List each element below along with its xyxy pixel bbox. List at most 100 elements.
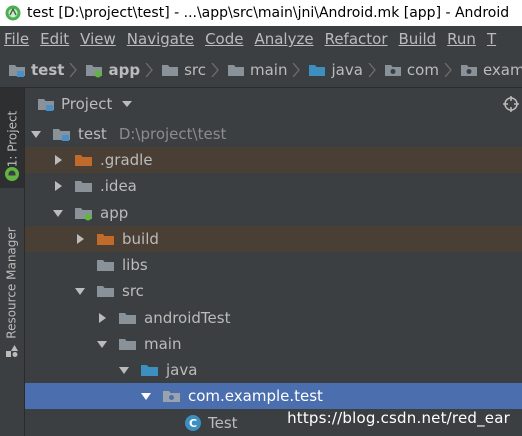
folder-icon xyxy=(227,64,244,76)
tab-project[interactable]: 1: Project xyxy=(0,88,24,188)
breadcrumb-java[interactable]: java xyxy=(300,52,376,87)
menu-navigate[interactable]: Navigate xyxy=(122,26,200,52)
collapsed-arrow-icon[interactable] xyxy=(52,154,64,166)
excluded-folder-icon xyxy=(97,234,114,245)
expanded-arrow-icon[interactable] xyxy=(140,390,152,402)
class-icon: C xyxy=(185,415,201,431)
expanded-arrow-icon[interactable] xyxy=(96,338,108,350)
watermark: https://blog.csdn.net/red_ear xyxy=(287,409,510,427)
collapsed-arrow-icon[interactable] xyxy=(96,312,108,324)
menu-view[interactable]: View xyxy=(75,26,122,52)
menu-refactor-label: Refactor xyxy=(324,30,388,48)
tree-item-label: com.example.test xyxy=(188,387,323,405)
module-folder-icon xyxy=(86,64,103,77)
breadcrumb-test[interactable]: test xyxy=(0,52,78,87)
menu-analyze[interactable]: Analyze xyxy=(249,26,319,52)
tab-project-label: 1: Project xyxy=(5,110,19,168)
project-folder-icon xyxy=(53,129,70,141)
breadcrumb-com[interactable]: com xyxy=(376,52,452,87)
breadcrumb-example[interactable]: example xyxy=(452,52,522,87)
tree-item-main[interactable]: main xyxy=(25,331,522,357)
tree-item-label: androidTest xyxy=(144,309,231,327)
tree-item-label: .gradle xyxy=(100,151,153,169)
menu-navigate-label: Navigate xyxy=(126,30,195,48)
breadcrumb-src-label: src xyxy=(184,60,206,79)
tab-resource-manager[interactable]: Resource Manager xyxy=(0,208,24,358)
breadcrumb-test-label: test xyxy=(31,60,65,79)
chevron-right-icon xyxy=(292,62,301,77)
package-icon xyxy=(384,64,401,76)
tree-item-label: .idea xyxy=(100,177,137,195)
breadcrumb-main-label: main xyxy=(249,60,288,79)
folder-icon xyxy=(75,181,92,192)
android-icon xyxy=(5,167,19,181)
tree-item-label: test xyxy=(78,125,107,143)
project-view-title: Project xyxy=(61,95,113,113)
menu-file[interactable]: File xyxy=(0,26,35,52)
menu-edit-label: Edit xyxy=(40,30,70,48)
tree-item-src[interactable]: src xyxy=(25,278,522,304)
tree-item-libs[interactable]: libs xyxy=(25,252,522,278)
breadcrumb-app-label: app xyxy=(108,60,141,79)
collapsed-arrow-icon[interactable] xyxy=(74,233,86,245)
menu-build[interactable]: Build xyxy=(394,26,443,52)
excluded-folder-icon xyxy=(75,155,92,166)
tree-item-label: main xyxy=(144,335,182,353)
tree-item-app[interactable]: app xyxy=(25,200,522,226)
tree-item-label: libs xyxy=(122,256,148,274)
chevron-right-icon xyxy=(444,62,452,77)
menu-code[interactable]: Code xyxy=(200,26,249,52)
menu-run[interactable]: Run xyxy=(442,26,482,52)
breadcrumb-example-label: example xyxy=(482,60,522,79)
breadcrumb-com-label: com xyxy=(406,60,439,79)
project-tree: test D:\project\test .gradle .idea app b… xyxy=(25,120,522,436)
navigation-bar: test app src main java com exa xyxy=(0,52,522,88)
tree-item-test[interactable]: test D:\project\test xyxy=(25,121,522,147)
module-folder-icon xyxy=(75,208,92,221)
menu-code-label: Code xyxy=(205,30,244,48)
collapsed-arrow-icon[interactable] xyxy=(52,180,64,192)
tree-item-label: java xyxy=(166,361,198,379)
expanded-arrow-icon[interactable] xyxy=(118,364,130,376)
folder-icon xyxy=(119,313,136,324)
chevron-right-icon xyxy=(211,62,219,77)
tab-resource-manager-label: Resource Manager xyxy=(5,227,20,339)
folder-icon xyxy=(97,286,114,297)
menu-build-label: Build xyxy=(398,30,437,48)
project-panel-header: Project xyxy=(25,88,522,120)
tree-item-gradle[interactable]: .gradle xyxy=(25,147,522,173)
chevron-down-icon[interactable] xyxy=(122,100,133,108)
tree-item-androidtest[interactable]: androidTest xyxy=(25,305,522,331)
tree-item-build[interactable]: build xyxy=(25,226,522,252)
menu-tools[interactable]: T xyxy=(482,26,502,52)
expanded-arrow-icon[interactable] xyxy=(74,285,86,297)
window-title: test [D:\project\test] - ...\app\src\mai… xyxy=(27,5,510,21)
menu-refactor[interactable]: Refactor xyxy=(320,26,394,52)
tree-item-com-example-test[interactable]: com.example.test xyxy=(25,383,522,409)
breadcrumb-java-label: java xyxy=(331,60,363,79)
menu-analyze-label: Analyze xyxy=(254,30,314,48)
tree-item-label: app xyxy=(100,204,129,222)
menu-view-label: View xyxy=(80,30,116,48)
chevron-right-icon xyxy=(69,62,78,77)
resource-manager-icon xyxy=(6,345,18,357)
project-view-icon xyxy=(38,99,54,111)
tree-item-label: build xyxy=(122,230,159,248)
package-icon xyxy=(460,64,477,76)
menu-bar: File Edit View Navigate Code Analyze Ref… xyxy=(0,26,522,52)
breadcrumb-app[interactable]: app xyxy=(77,52,153,87)
chevron-right-icon xyxy=(368,62,376,77)
menu-tools-label: T xyxy=(486,30,497,48)
source-folder-icon xyxy=(309,64,326,76)
expanded-arrow-icon[interactable] xyxy=(52,207,64,219)
tree-item-java[interactable]: java xyxy=(25,357,522,383)
tree-item-idea[interactable]: .idea xyxy=(25,173,522,199)
menu-edit[interactable]: Edit xyxy=(35,26,75,52)
breadcrumb-src[interactable]: src xyxy=(153,52,219,87)
tree-item-label: Test xyxy=(208,414,238,432)
expanded-arrow-icon[interactable] xyxy=(30,128,42,140)
menu-run-label: Run xyxy=(447,30,476,48)
locate-target-icon[interactable] xyxy=(503,96,519,112)
window-titlebar: test [D:\project\test] - ...\app\src\mai… xyxy=(0,0,522,26)
breadcrumb-main[interactable]: main xyxy=(219,52,301,87)
